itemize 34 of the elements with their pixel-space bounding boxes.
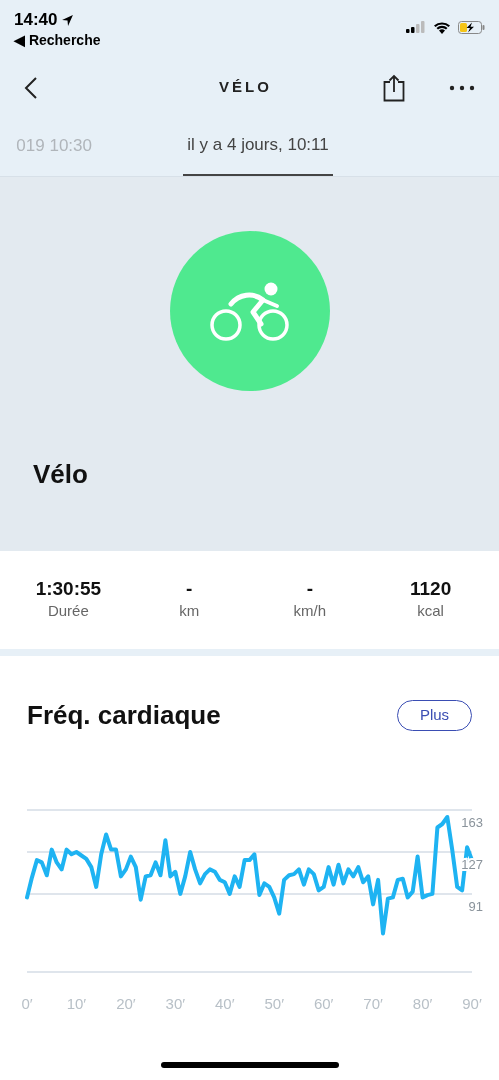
- stat-label: km: [179, 601, 200, 621]
- y-tick-label: 163: [461, 815, 483, 830]
- back-to-app-link[interactable]: ◀ Recherche: [14, 30, 101, 50]
- back-icon[interactable]: [24, 75, 38, 100]
- section-title: Fréq. cardiaque: [27, 699, 221, 732]
- share-icon[interactable]: [383, 73, 405, 102]
- stat-value: 1:30:55: [35, 577, 102, 601]
- status-time: 14:40: [14, 10, 58, 30]
- more-button[interactable]: Plus: [397, 700, 472, 731]
- more-icon[interactable]: [449, 84, 475, 91]
- x-tick-label: 80′: [412, 995, 433, 1012]
- x-tick-label: 40′: [215, 995, 235, 1012]
- x-tick-label: 0′: [21, 995, 33, 1012]
- x-tick-label: 30′: [165, 995, 186, 1012]
- y-tick-label: 91: [468, 898, 483, 914]
- x-tick-label: 50′: [264, 995, 284, 1012]
- x-tick-label: 70′: [363, 995, 383, 1012]
- stat-value: 1120: [410, 577, 452, 601]
- cyclist-icon: [208, 280, 291, 342]
- stat-label: Durée: [47, 601, 89, 621]
- stat-label: kcal: [417, 601, 444, 621]
- x-tick-label: 90′: [462, 995, 482, 1012]
- x-tick-label: 20′: [116, 995, 136, 1012]
- x-tick-label: 10′: [66, 995, 87, 1012]
- stat-value: -: [306, 577, 314, 601]
- stat-value: -: [185, 577, 193, 601]
- activity-name: Vélo: [33, 458, 88, 491]
- battery-charging-icon: [458, 20, 485, 34]
- location-arrow-icon: [61, 13, 75, 27]
- signal-icon: [406, 21, 426, 33]
- stat-label: km/h: [293, 601, 327, 621]
- wifi-icon: [433, 20, 451, 34]
- x-tick-label: 60′: [313, 995, 334, 1012]
- screen-title: VÉLO: [219, 77, 272, 98]
